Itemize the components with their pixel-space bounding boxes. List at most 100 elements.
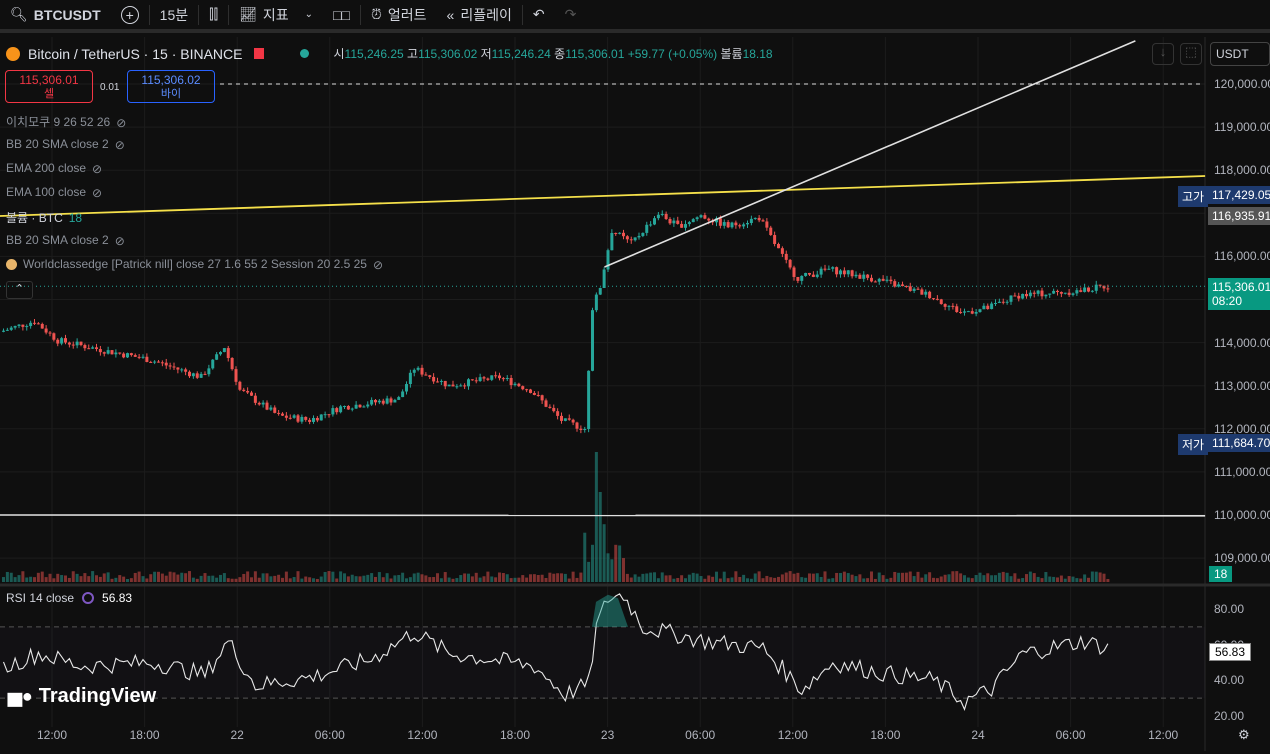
tradingview-logo[interactable]: ▅● TradingView (8, 685, 156, 708)
volume-bar (932, 577, 935, 582)
indicator-ema100[interactable]: EMA 100 close ⊘ (6, 185, 108, 200)
candle (858, 274, 862, 279)
undo-button[interactable]: ↶ (523, 0, 555, 31)
volume-bar (920, 577, 924, 582)
interval-button[interactable]: 15분 (150, 0, 198, 31)
chart-type-button[interactable]: ⫿⫿ (199, 0, 228, 31)
redo-button[interactable]: ↷ (555, 0, 587, 31)
candle (1052, 290, 1056, 294)
volume-bar (412, 573, 416, 582)
volume-bar (889, 577, 893, 582)
rsi-legend[interactable]: RSI 14 close 56.83 (6, 591, 132, 605)
volume-bar (215, 577, 219, 582)
candle (664, 213, 668, 220)
volume-bar (13, 577, 17, 582)
symbol-search[interactable]: 🔍︎ BTCUSDT (0, 0, 111, 31)
collapse-legend-button[interactable]: ⌃ (6, 281, 33, 299)
volume-bar (544, 578, 548, 582)
rsi-band (0, 627, 1205, 698)
volume-bar (614, 544, 618, 582)
eye-off-icon[interactable]: ⊘ (116, 116, 132, 130)
volume-bar (1079, 578, 1083, 582)
volume-bar (300, 578, 304, 582)
candle (784, 253, 788, 260)
indicator-ema200[interactable]: EMA 200 close ⊘ (6, 161, 108, 176)
alert-button[interactable]: ⏰︎ 얼러트 (361, 0, 437, 31)
indicator-volume[interactable]: 볼륨 · BTC 18 (6, 209, 82, 226)
volume-bar (17, 575, 21, 582)
volume-bar (246, 571, 250, 582)
eye-off-icon[interactable]: ⊘ (92, 162, 108, 176)
volume-bar (912, 576, 916, 582)
scroll-down-button[interactable]: ↓ (1152, 43, 1174, 65)
flag-icon[interactable] (254, 48, 265, 59)
candle (831, 267, 835, 269)
symbol-title[interactable]: Bitcoin / TetherUS · 15 · BINANCE (28, 46, 242, 62)
volume-bar (474, 572, 478, 582)
volume-bar (602, 524, 606, 582)
volume-bar (265, 573, 269, 582)
volume-bar (188, 571, 191, 582)
volume-bar (36, 572, 40, 582)
candle (738, 225, 742, 227)
volume-bar (389, 578, 393, 582)
candle (997, 301, 1001, 303)
indicator-bb[interactable]: BB 20 SMA close 2 ⊘ (6, 137, 131, 152)
indicators-button[interactable]: 📈︎ 지표 ⌄ (229, 0, 323, 31)
chart-area[interactable]: Bitcoin / TetherUS · 15 · BINANCE 시115,2… (0, 37, 1270, 751)
candle (730, 222, 734, 228)
indicator-ichimoku[interactable]: 이치모쿠 9 26 52 26 ⊘ (6, 113, 132, 130)
volume-bar (408, 577, 412, 582)
indicator-worldclassedge[interactable]: Worldclassedge [Patrick nill] close 27 1… (6, 257, 389, 272)
candle (525, 389, 529, 391)
volume-bar (571, 571, 575, 582)
candle (1040, 290, 1044, 297)
volume-bar (707, 575, 711, 582)
candle (215, 354, 219, 360)
candle (622, 232, 625, 237)
volume-bar (420, 574, 424, 582)
high-label: 고가 (1178, 186, 1209, 207)
volume-bar (273, 575, 277, 582)
replay-button[interactable]: «리플레이 (437, 0, 522, 31)
volume-bar (168, 571, 172, 582)
indicator-bb-2[interactable]: BB 20 SMA close 2 ⊘ (6, 233, 131, 248)
candle (587, 370, 591, 429)
candle (625, 236, 629, 240)
buy-button[interactable]: 115,306.02 바이 (127, 70, 215, 103)
sell-button[interactable]: 115,306.01 셀 (5, 70, 93, 103)
eye-off-icon[interactable]: ⊘ (115, 138, 131, 152)
volume-bar (591, 544, 594, 582)
candle (521, 386, 525, 390)
volume-bar (842, 571, 846, 582)
volume-bar (777, 576, 780, 582)
eye-off-icon[interactable]: ⊘ (92, 186, 108, 200)
candle (168, 365, 172, 367)
chart-canvas[interactable] (0, 37, 1270, 751)
candle (1056, 290, 1059, 292)
settings-icon[interactable]: ⚙ (1238, 727, 1250, 743)
time-tick-label: 12:00 (777, 728, 808, 742)
volume-bar (343, 573, 346, 582)
volume-bar (160, 573, 164, 582)
templates-button[interactable]: □□ (323, 0, 360, 31)
volume-bar (629, 577, 633, 582)
candle (819, 268, 823, 275)
volume-bar (106, 572, 110, 582)
candle (219, 352, 222, 355)
candle (36, 323, 40, 325)
eye-off-icon[interactable]: ⊘ (115, 234, 131, 248)
candle (308, 419, 312, 422)
candle (1094, 284, 1098, 291)
candle (982, 305, 986, 310)
eye-off-icon[interactable]: ⊘ (373, 258, 389, 272)
fullscreen-button[interactable]: ⬚ (1180, 43, 1202, 65)
volume-bar (594, 452, 598, 582)
volume-bar (1052, 576, 1056, 582)
candle (494, 375, 498, 377)
compare-button[interactable]: + (111, 0, 149, 31)
candle (44, 328, 48, 333)
currency-select[interactable]: USDT (1210, 42, 1270, 66)
volume-bar (656, 578, 660, 582)
candle (862, 274, 866, 279)
